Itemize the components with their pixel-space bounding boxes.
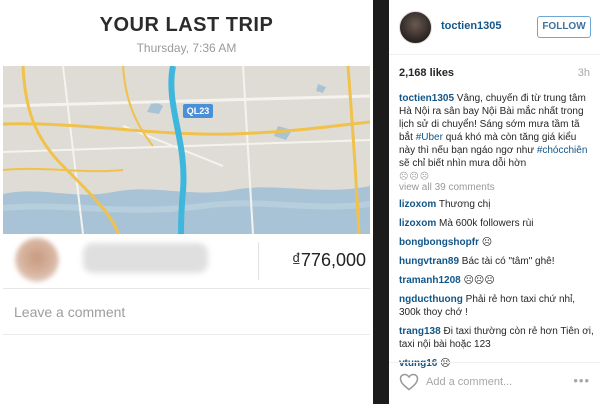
trip-price: ₫776,000 bbox=[291, 250, 366, 270]
trip-summary-row: ₫776,000 bbox=[3, 234, 370, 289]
hashtag-uber[interactable]: #Uber bbox=[416, 132, 443, 143]
comment-item: lizoxom Thương chị bbox=[399, 198, 594, 211]
comments-list: lizoxom Thương chị lizoxom Mà 600k follo… bbox=[399, 198, 594, 376]
post-sidebar: toctien1305 FOLLOW 2,168 likes 3h toctie… bbox=[389, 0, 600, 404]
price-divider bbox=[258, 242, 259, 280]
comment-text: Mà 600k followers rùi bbox=[436, 218, 534, 229]
hashtag-chocchien[interactable]: #chócchiên bbox=[537, 145, 588, 156]
comment-text: ☹ bbox=[478, 237, 493, 248]
comment-text: ☹☹☹ bbox=[460, 275, 495, 286]
comment-item: ngducthuong Phải rẻ hơn taxi chứ nhỉ, 30… bbox=[399, 293, 594, 319]
leave-comment-box: Leave a comment bbox=[3, 289, 370, 335]
post-header: toctien1305 FOLLOW bbox=[389, 0, 600, 55]
comment-item: lizoxom Mà 600k followers rùi bbox=[399, 217, 594, 230]
username-link[interactable]: toctien1305 bbox=[441, 20, 502, 32]
trip-map: QL23 bbox=[3, 66, 370, 234]
comment-item: tramanh1208 ☹☹☹ bbox=[399, 274, 594, 287]
post-footer: Add a comment... ••• bbox=[389, 362, 600, 404]
add-comment-input[interactable]: Add a comment... bbox=[426, 376, 512, 388]
comment-username[interactable]: trang138 bbox=[399, 326, 441, 337]
driver-name-blurred bbox=[83, 243, 208, 273]
comment-item: hungvtran89 Bác tài có "tâm" ghê! bbox=[399, 255, 594, 268]
likes-count[interactable]: 2,168 likes bbox=[399, 67, 454, 79]
caption-username[interactable]: toctien1305 bbox=[399, 93, 454, 104]
comment-username[interactable]: bongbongshopfr bbox=[399, 237, 479, 248]
post-photo: YOUR LAST TRIP Thursday, 7:36 AM QL23 ₫7… bbox=[0, 0, 373, 404]
leave-comment-placeholder: Leave a comment bbox=[14, 304, 126, 320]
comment-username[interactable]: hungvtran89 bbox=[399, 256, 459, 267]
more-options-icon[interactable]: ••• bbox=[573, 373, 590, 388]
user-avatar[interactable] bbox=[399, 11, 432, 44]
comment-item: bongbongshopfr ☹ bbox=[399, 236, 594, 249]
comment-username[interactable]: ngducthuong bbox=[399, 294, 463, 305]
road-label: QL23 bbox=[187, 106, 210, 116]
comment-text: Bác tài có "tâm" ghê! bbox=[459, 256, 555, 267]
trip-time: Thursday, 7:36 AM bbox=[136, 41, 237, 55]
comment-username[interactable]: lizoxom bbox=[399, 218, 436, 229]
trip-title: YOUR LAST TRIP bbox=[99, 14, 274, 36]
comment-username[interactable]: tramanh1208 bbox=[399, 275, 461, 286]
caption-text-3: sẽ chỉ biết nhìn mưa dỗi hờn bbox=[399, 158, 527, 169]
comment-text: Thương chị bbox=[436, 199, 491, 210]
post-time[interactable]: 3h bbox=[578, 67, 590, 79]
post-caption: toctien1305 Vâng, chuyến đi từ trung tâm… bbox=[399, 92, 594, 183]
follow-button[interactable]: FOLLOW bbox=[537, 16, 591, 38]
driver-avatar bbox=[15, 238, 59, 282]
comment-username[interactable]: lizoxom bbox=[399, 199, 436, 210]
view-all-comments-link[interactable]: view all 39 comments bbox=[399, 182, 495, 193]
comment-item: trang138 Đi taxi thường còn rẻ hơn Tiên … bbox=[399, 325, 594, 351]
like-heart-icon[interactable] bbox=[399, 373, 419, 391]
